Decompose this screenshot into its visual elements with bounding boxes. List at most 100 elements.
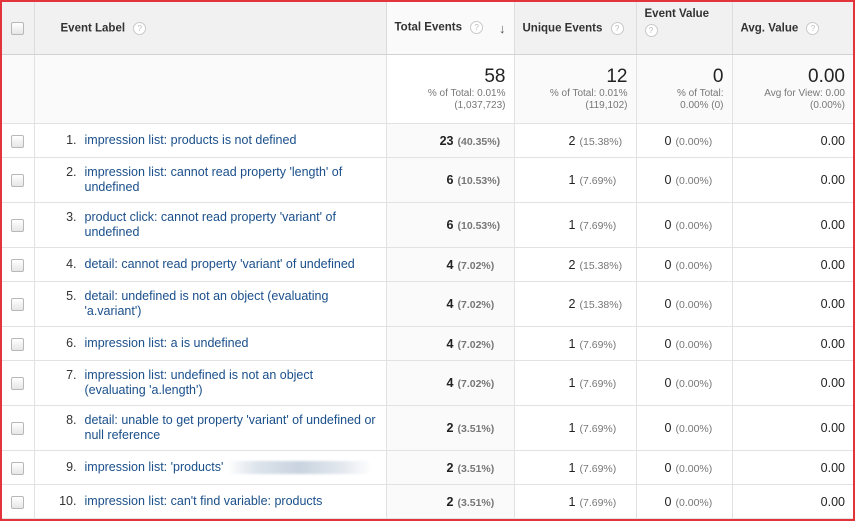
unique-events-cell: 1 (7.69%) — [513, 405, 636, 451]
avg-value-cell: 0.00 — [731, 405, 853, 451]
help-icon[interactable]: ? — [806, 21, 820, 35]
event-label-text[interactable]: impression list: a is undefined — [85, 336, 249, 350]
row-number: 3. — [66, 210, 77, 224]
summary-unique-events-site-total: (119,102) — [585, 100, 628, 111]
event-label-text[interactable]: impression list: 'products' — [85, 460, 224, 474]
table-row: 9. impression list: 'products' 2 (3.51%) 1 (7… — [2, 450, 853, 485]
column-header-avg-value[interactable]: Avg. Value ? — [731, 2, 853, 55]
unique-events-percent: (7.69%) — [579, 338, 617, 351]
event-value-cell: 0 (0.00%) — [635, 360, 732, 406]
event-label-header-text[interactable]: Event Label — [61, 22, 126, 34]
total-events-value: 23 — [439, 133, 454, 148]
row-checkbox[interactable] — [11, 495, 25, 509]
column-header-unique-events[interactable]: Unique Events ? — [513, 2, 636, 55]
event-label-text[interactable]: detail: cannot read property 'variant' o… — [85, 257, 355, 271]
event-label-link[interactable]: impression list: can't find variable: pr… — [85, 494, 378, 509]
event-label-link[interactable]: impression list: undefined is not an obj… — [85, 368, 378, 398]
summary-event-value: 0 % of Total: 0.00% (0) — [635, 54, 732, 124]
total-events-cell: 23 (40.35%) — [385, 123, 514, 158]
event-label-link[interactable]: impression list: cannot read property 'l… — [85, 165, 378, 195]
event-label-link[interactable]: detail: undefined is not an object (eval… — [85, 289, 378, 319]
event-label-link[interactable]: impression list: products is not defined — [85, 133, 378, 148]
row-checkbox[interactable] — [11, 258, 25, 272]
sort-descending-icon[interactable]: ↓ — [499, 21, 506, 36]
summary-total-events-percent: % of Total: 0.01% — [427, 88, 506, 99]
row-checkbox[interactable] — [11, 461, 25, 475]
unique-events-value: 1 — [568, 421, 576, 435]
help-icon[interactable]: ? — [133, 21, 147, 35]
avg-value-cell: 0.00 — [731, 247, 853, 282]
event-label-text[interactable]: detail: undefined is not an object (eval… — [85, 289, 329, 318]
event-label-text[interactable]: detail: unable to get property 'variant'… — [85, 413, 376, 442]
row-checkbox[interactable] — [11, 134, 25, 148]
row-number: 7. — [66, 368, 77, 382]
unique-events-percent: (7.69%) — [579, 220, 617, 232]
event-label-report-table: Event Label ? Total Events ? ↓ Unique Ev… — [2, 2, 853, 519]
event-label-text[interactable]: impression list: undefined is not an obj… — [85, 368, 314, 397]
row-checkbox-cell[interactable] — [2, 157, 34, 203]
row-checkbox-cell[interactable] — [2, 247, 34, 282]
unique-events-header-text[interactable]: Unique Events — [523, 22, 603, 34]
row-checkbox-cell[interactable] — [2, 123, 34, 158]
row-checkbox[interactable] — [11, 422, 25, 436]
event-value-percent: (0.00%) — [675, 462, 713, 475]
event-label-link[interactable]: product click: cannot read property 'var… — [85, 210, 378, 240]
row-checkbox[interactable] — [11, 298, 25, 312]
event-value-cell: 0 (0.00%) — [635, 450, 732, 485]
event-value-percent: (0.00%) — [675, 299, 713, 311]
row-checkbox-cell[interactable] — [2, 281, 34, 327]
table-row: 8. detail: unable to get property 'varian… — [2, 405, 853, 451]
row-checkbox-cell[interactable] — [2, 405, 34, 451]
avg-value-cell: 0.00 — [731, 360, 853, 406]
summary-avg-value-value: 0.00 — [808, 66, 845, 87]
event-label-text[interactable]: impression list: can't find variable: pr… — [85, 494, 323, 508]
column-header-event-label[interactable]: Event Label ? — [33, 2, 386, 55]
row-checkbox-cell[interactable] — [2, 360, 34, 406]
row-checkbox-cell[interactable] — [2, 484, 34, 519]
total-events-cell: 4 (7.02%) — [385, 326, 514, 361]
summary-label-cell — [33, 54, 386, 124]
avg-value-header-text[interactable]: Avg. Value — [741, 22, 799, 34]
total-events-header-text[interactable]: Total Events — [395, 21, 463, 33]
unique-events-value: 2 — [568, 133, 576, 148]
help-icon[interactable]: ? — [644, 24, 658, 37]
total-events-percent: (10.53%) — [457, 220, 501, 232]
event-label-link[interactable]: impression list: 'products' — [85, 460, 378, 475]
row-checkbox-cell[interactable] — [2, 450, 34, 485]
row-checkbox[interactable] — [11, 219, 25, 233]
event-label-link[interactable]: detail: cannot read property 'variant' o… — [85, 257, 378, 272]
select-all-header[interactable] — [2, 2, 34, 55]
row-checkbox-cell[interactable] — [2, 326, 34, 361]
table-row: 6. impression list: a is undefined 4 (7.02%… — [2, 326, 853, 361]
event-label-link[interactable]: detail: unable to get property 'variant'… — [85, 413, 378, 443]
unique-events-percent: (7.69%) — [579, 462, 617, 475]
table-row: 2. impression list: cannot read property … — [2, 157, 853, 203]
row-checkbox-cell[interactable] — [2, 202, 34, 248]
event-label-text[interactable]: product click: cannot read property 'var… — [85, 210, 336, 239]
summary-unique-events-value: 12 — [606, 66, 628, 87]
column-header-total-events[interactable]: Total Events ? ↓ — [385, 2, 514, 55]
unique-events-cell: 1 (7.69%) — [513, 360, 636, 406]
event-label-text[interactable]: impression list: products is not defined — [85, 133, 297, 147]
summary-event-value-value: 0 — [712, 66, 724, 87]
summary-unique-events-percent: % of Total: 0.01% — [549, 88, 628, 99]
summary-unique-events: 12 % of Total: 0.01% (119,102) — [513, 54, 636, 124]
help-icon[interactable]: ? — [610, 21, 624, 35]
total-events-value: 6 — [446, 218, 454, 232]
event-value-header-text[interactable]: Event Value — [645, 8, 724, 20]
summary-total-events: 58 % of Total: 0.01% (1,037,723) — [385, 54, 514, 124]
event-label-text[interactable]: impression list: cannot read property 'l… — [85, 165, 343, 194]
event-label-cell: 9. impression list: 'products' — [33, 450, 386, 485]
table-row: 10. impression list: can't find variable:… — [2, 484, 853, 519]
column-header-event-value[interactable]: Event Value ? — [635, 2, 732, 55]
event-value-percent: (0.00%) — [675, 220, 713, 232]
avg-value-value: 0.00 — [820, 218, 845, 232]
row-checkbox[interactable] — [11, 337, 25, 351]
row-number: 1. — [66, 133, 77, 147]
help-icon[interactable]: ? — [470, 20, 484, 34]
select-all-checkbox[interactable] — [11, 21, 25, 35]
event-value-value: 0 — [664, 336, 672, 351]
row-checkbox[interactable] — [11, 174, 25, 188]
event-label-link[interactable]: impression list: a is undefined — [85, 336, 378, 351]
row-checkbox[interactable] — [11, 377, 25, 391]
